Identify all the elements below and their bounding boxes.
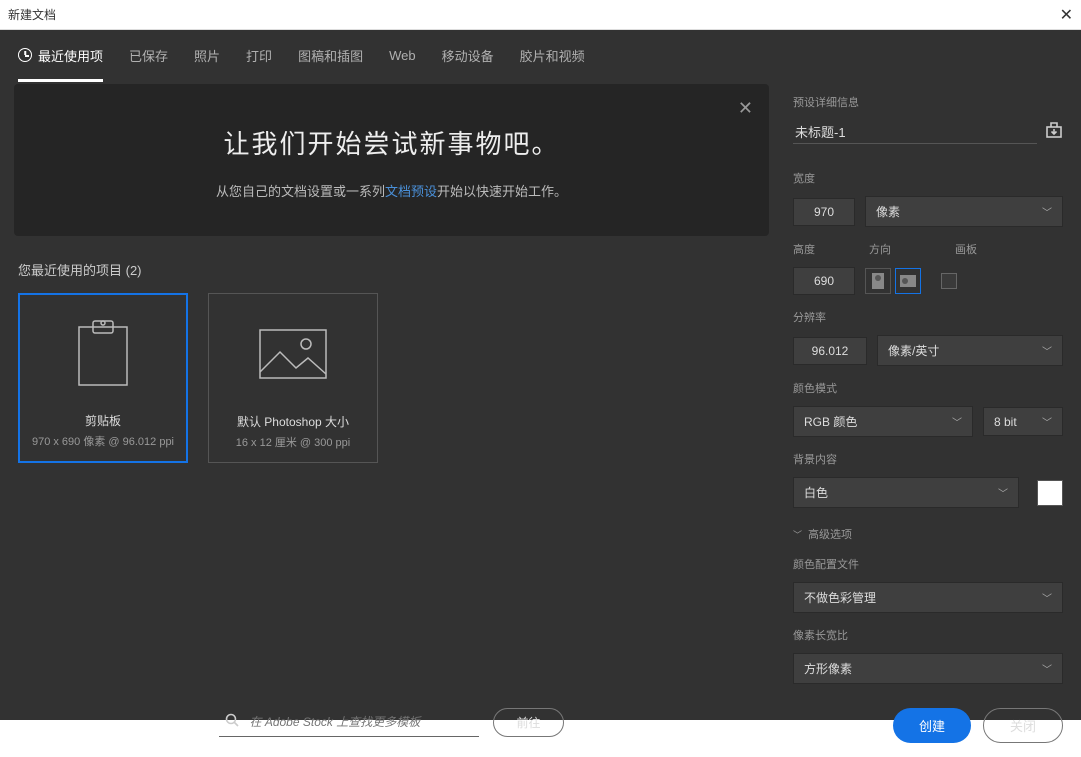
tab-mobile[interactable]: 移动设备 xyxy=(442,30,494,80)
card-title: 默认 Photoshop 大小 xyxy=(237,413,349,430)
resolution-unit-select[interactable]: 像素/英寸﹀ xyxy=(877,335,1063,366)
card-title: 剪贴板 xyxy=(85,412,121,429)
hero-banner: ✕ 让我们开始尝试新事物吧。 从您自己的文档设置或一系列文档预设开始以快速开始工… xyxy=(14,84,769,236)
window-close-icon[interactable]: ✕ xyxy=(1060,5,1073,25)
color-profile-label: 颜色配置文件 xyxy=(793,556,1063,572)
background-label: 背景内容 xyxy=(793,451,1063,467)
portrait-icon xyxy=(872,273,884,289)
height-label: 高度 xyxy=(793,241,855,257)
recent-items-label: 您最近使用的项目 (2) xyxy=(18,260,765,279)
chevron-down-icon: ﹀ xyxy=(952,414,962,429)
category-tabs: 最近使用项 已保存 照片 打印 图稿和插图 Web 移动设备 胶片和视频 xyxy=(0,30,1081,80)
chevron-down-icon: ﹀ xyxy=(1042,204,1052,219)
image-icon xyxy=(258,328,328,380)
tab-saved[interactable]: 已保存 xyxy=(129,30,168,80)
color-mode-label: 颜色模式 xyxy=(793,380,1063,396)
clipboard-icon xyxy=(75,319,131,389)
tab-video[interactable]: 胶片和视频 xyxy=(520,30,585,80)
width-unit-select[interactable]: 像素﹀ xyxy=(865,196,1063,227)
width-label: 宽度 xyxy=(793,170,1063,186)
create-button[interactable]: 创建 xyxy=(893,708,971,743)
pixel-aspect-select[interactable]: 方形像素﹀ xyxy=(793,653,1063,684)
advanced-options-toggle[interactable]: ﹀ 高级选项 xyxy=(793,526,1063,542)
panel-header: 预设详细信息 xyxy=(793,94,1063,110)
close-button[interactable]: 关闭 xyxy=(983,708,1063,743)
color-mode-select[interactable]: RGB 颜色﹀ xyxy=(793,406,973,437)
save-preset-icon[interactable] xyxy=(1045,121,1063,144)
bit-depth-select[interactable]: 8 bit﹀ xyxy=(983,407,1063,436)
window-title: 新建文档 xyxy=(8,6,56,23)
tab-photo[interactable]: 照片 xyxy=(194,30,220,80)
chevron-down-icon: ﹀ xyxy=(998,485,1008,500)
preset-card-clipboard[interactable]: 剪贴板 970 x 690 像素 @ 96.012 ppi xyxy=(18,293,188,463)
artboard-label: 画板 xyxy=(955,241,977,257)
hero-close-icon[interactable]: ✕ xyxy=(738,98,753,119)
orientation-label: 方向 xyxy=(869,241,945,257)
stock-search-box[interactable] xyxy=(219,709,479,737)
width-input[interactable] xyxy=(793,198,855,226)
chevron-down-icon: ﹀ xyxy=(1042,590,1052,605)
hero-subtitle: 从您自己的文档设置或一系列文档预设开始以快速开始工作。 xyxy=(34,181,749,200)
background-select[interactable]: 白色﹀ xyxy=(793,477,1019,508)
color-profile-select[interactable]: 不做色彩管理﹀ xyxy=(793,582,1063,613)
chevron-down-icon: ﹀ xyxy=(793,528,802,541)
orientation-landscape-button[interactable] xyxy=(895,268,921,294)
artboard-checkbox[interactable] xyxy=(941,273,957,289)
card-meta: 970 x 690 像素 @ 96.012 ppi xyxy=(32,433,174,449)
window-titlebar: 新建文档 ✕ xyxy=(0,0,1081,30)
chevron-down-icon: ﹀ xyxy=(1042,343,1052,358)
doc-presets-link[interactable]: 文档预设 xyxy=(385,184,437,199)
chevron-down-icon: ﹀ xyxy=(1042,661,1052,676)
clock-icon xyxy=(18,48,32,62)
height-input[interactable] xyxy=(793,267,855,295)
tab-web[interactable]: Web xyxy=(389,30,416,80)
tab-print[interactable]: 打印 xyxy=(246,30,272,80)
stock-go-button[interactable]: 前往 xyxy=(493,708,563,737)
document-name-input[interactable] xyxy=(793,120,1037,144)
resolution-label: 分辨率 xyxy=(793,309,1063,325)
hero-title: 让我们开始尝试新事物吧。 xyxy=(34,124,749,161)
chevron-down-icon: ﹀ xyxy=(1042,414,1052,429)
preset-card-default[interactable]: 默认 Photoshop 大小 16 x 12 厘米 @ 300 ppi xyxy=(208,293,378,463)
card-meta: 16 x 12 厘米 @ 300 ppi xyxy=(236,434,351,450)
search-icon xyxy=(225,713,239,732)
landscape-icon xyxy=(900,275,916,287)
resolution-input[interactable] xyxy=(793,337,867,365)
tab-art[interactable]: 图稿和插图 xyxy=(298,30,363,80)
orientation-portrait-button[interactable] xyxy=(865,268,891,294)
stock-search-input[interactable] xyxy=(249,715,473,729)
tab-recent[interactable]: 最近使用项 xyxy=(18,32,103,82)
pixel-aspect-label: 像素长宽比 xyxy=(793,627,1063,643)
background-color-swatch[interactable] xyxy=(1037,480,1063,506)
